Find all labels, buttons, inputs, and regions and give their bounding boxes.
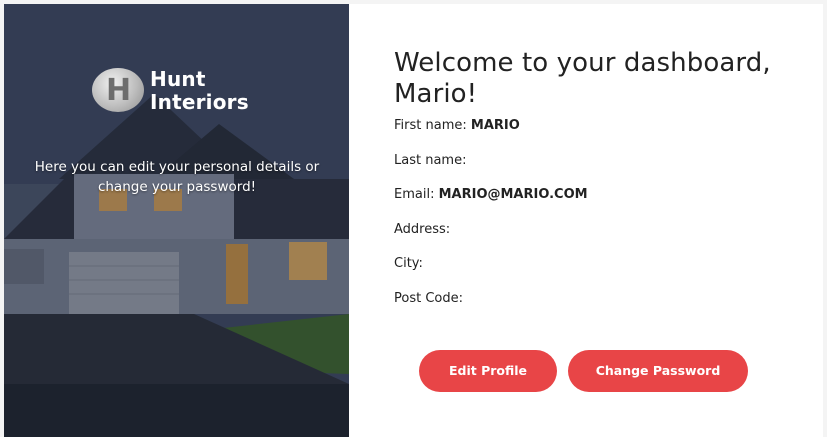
field-first-name: First name: MARIO [394,117,814,152]
logo-name-line1: Hunt [150,67,206,91]
hunt-interiors-logo: H Hunt Interiors [92,67,272,117]
profile-content: Welcome to your dashboard, Mario! First … [394,48,814,324]
profile-fields: First name: MARIO Last name: Email: MARI… [394,117,814,324]
page-title: Welcome to your dashboard, Mario! [394,48,771,109]
dashboard-page: H Hunt Interiors Here you can edit your … [4,4,823,437]
logo-mark: H [92,68,144,112]
field-value: MARIO [470,118,520,133]
field-label: Email: [394,187,435,202]
field-label: City: [394,256,423,271]
logo-name-line2: Interiors [150,90,249,114]
field-post-code: Post Code: [394,290,814,325]
logo-letter: H [106,73,132,108]
field-value: MARIO@MARIO.COM [438,187,588,202]
change-password-button[interactable]: Change Password [568,350,748,392]
field-last-name: Last name: [394,152,814,187]
field-label: Last name: [394,152,467,168]
field-address: Address: [394,221,814,256]
hero-panel: H Hunt Interiors Here you can edit your … [4,4,349,437]
field-label: First name: [394,118,467,133]
field-label: Address: [394,221,451,237]
edit-profile-button[interactable]: Edit Profile [419,350,557,392]
field-label: Post Code: [394,290,463,306]
field-city: City: [394,255,814,290]
logo-text: Hunt Interiors [150,68,249,114]
hero-caption: Here you can edit your personal details … [34,159,320,195]
field-email: Email: MARIO@MARIO.COM [394,186,814,221]
